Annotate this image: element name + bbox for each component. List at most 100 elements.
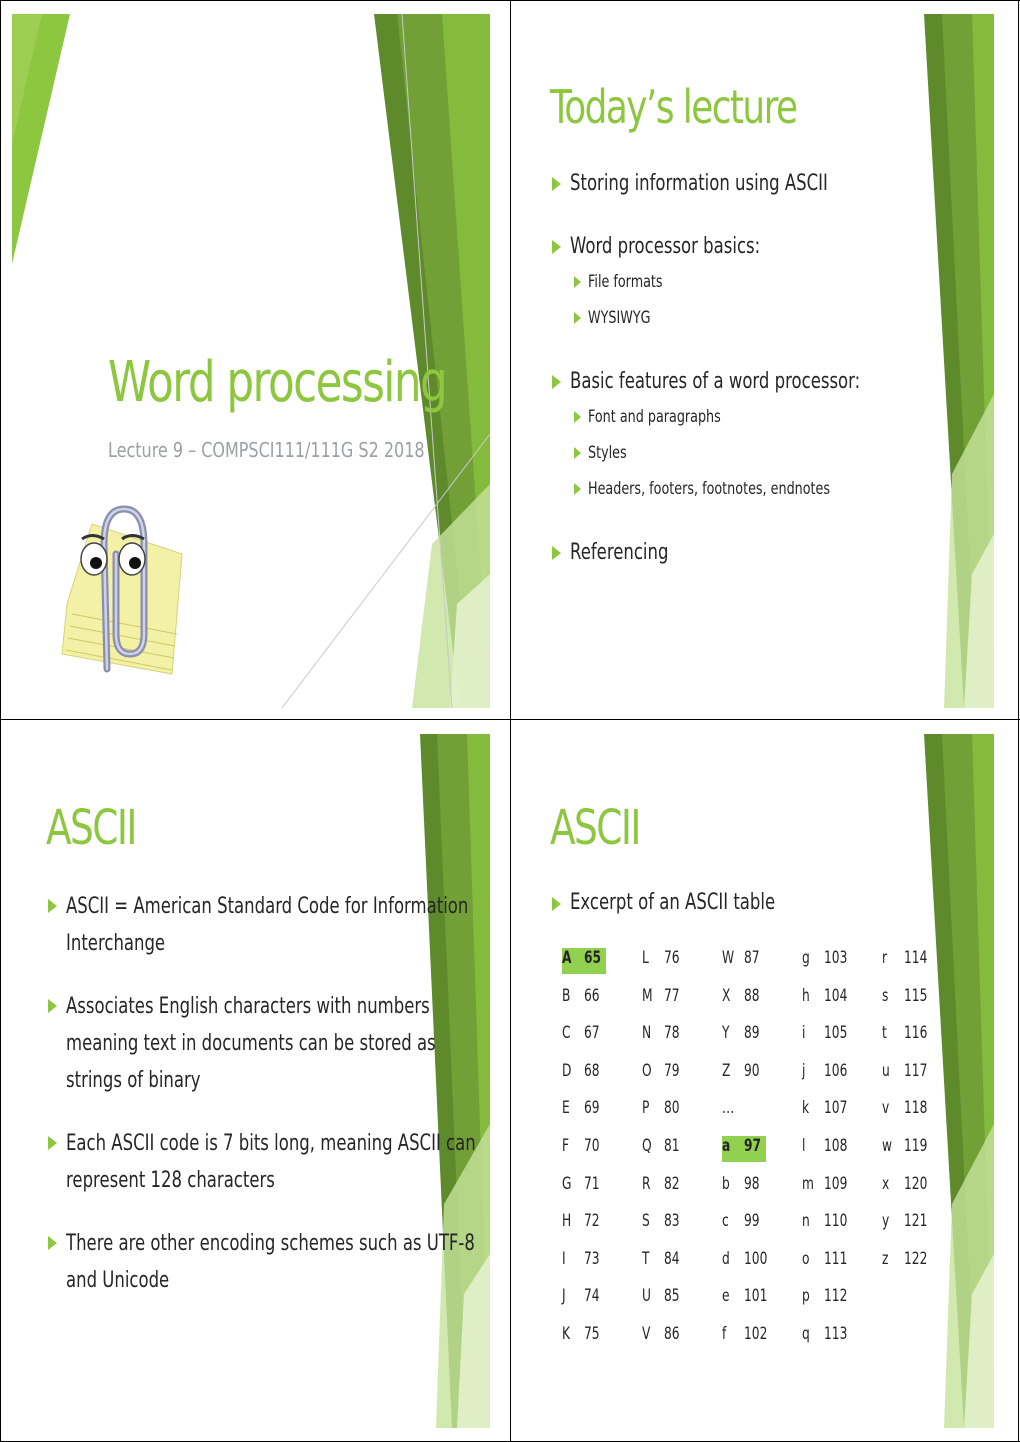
ascii-char: w bbox=[882, 1136, 893, 1156]
ascii-cell: p 112 bbox=[802, 1286, 848, 1312]
bullet-item: Basic features of a word processor: bbox=[550, 364, 957, 400]
ascii-char: z bbox=[882, 1248, 889, 1269]
ascii-cell: h 104 bbox=[802, 986, 847, 1012]
ascii-char: F bbox=[562, 1136, 570, 1156]
ascii-code: 75 bbox=[584, 1324, 600, 1344]
ascii-cell: W 87 bbox=[722, 948, 766, 974]
ascii-code: 109 bbox=[824, 1173, 848, 1194]
bullet-arrow-icon bbox=[574, 276, 581, 288]
ascii-code: 69 bbox=[584, 1098, 600, 1119]
ascii-cell: Z 90 bbox=[722, 1061, 766, 1087]
ascii-code: 88 bbox=[744, 985, 760, 1006]
bullet-item: Associates English characters with numbe… bbox=[46, 988, 490, 1099]
ascii-code: 85 bbox=[664, 1286, 680, 1307]
ascii-cell: l 108 bbox=[802, 1136, 848, 1162]
ascii-cell: J 74 bbox=[562, 1286, 606, 1312]
ascii-code: 76 bbox=[664, 948, 680, 968]
ascii-cell: G 71 bbox=[562, 1174, 606, 1200]
ascii-char: P bbox=[642, 1098, 650, 1119]
ascii-code: 99 bbox=[744, 1211, 760, 1232]
ascii-code: 72 bbox=[584, 1211, 600, 1232]
ascii-char: G bbox=[562, 1173, 572, 1194]
ascii-cell: i 105 bbox=[802, 1023, 847, 1049]
ascii-code: 83 bbox=[664, 1211, 680, 1232]
ascii-char: E bbox=[562, 1098, 570, 1119]
ascii-cell: u 117 bbox=[882, 1060, 928, 1087]
ascii-code: 66 bbox=[584, 985, 600, 1006]
slide-3-heading: ASCII bbox=[46, 800, 137, 856]
ascii-cell: q 113 bbox=[802, 1324, 848, 1350]
ascii-code: 71 bbox=[584, 1173, 600, 1194]
ascii-char: Z bbox=[722, 1060, 731, 1081]
ascii-char: T bbox=[642, 1248, 650, 1269]
ascii-char: X bbox=[722, 985, 731, 1006]
ascii-cell: U 85 bbox=[642, 1286, 686, 1312]
slide-2-heading: Today’s lecture bbox=[550, 80, 798, 134]
ascii-code: 114 bbox=[904, 948, 928, 968]
ascii-code: 102 bbox=[744, 1324, 768, 1344]
ascii-char: U bbox=[642, 1286, 651, 1307]
bullet-arrow-icon bbox=[574, 312, 581, 324]
ascii-code: 108 bbox=[824, 1136, 848, 1156]
ascii-code: 112 bbox=[824, 1286, 848, 1307]
ascii-code: 117 bbox=[904, 1060, 928, 1081]
ascii-char: V bbox=[642, 1324, 651, 1344]
ascii-char: Q bbox=[642, 1136, 652, 1156]
bullet-arrow-icon bbox=[48, 899, 57, 913]
ascii-code: 67 bbox=[584, 1023, 600, 1044]
bullet-arrow-icon bbox=[574, 483, 581, 495]
ascii-cell: v 118 bbox=[882, 1098, 927, 1124]
ascii-char: D bbox=[562, 1060, 572, 1081]
ascii-char: L bbox=[642, 948, 649, 968]
bullet-arrow-icon bbox=[552, 375, 561, 389]
ascii-code: 113 bbox=[824, 1324, 848, 1344]
ascii-cell: L 76 bbox=[642, 948, 686, 974]
ascii-char: M bbox=[642, 985, 653, 1006]
sub-bullet-item: Font and paragraphs bbox=[572, 402, 765, 432]
ascii-code: 122 bbox=[904, 1248, 928, 1269]
ascii-code: 98 bbox=[744, 1173, 760, 1194]
ascii-char: N bbox=[642, 1023, 652, 1044]
ascii-char: K bbox=[562, 1324, 571, 1344]
ascii-char: m bbox=[802, 1173, 814, 1194]
ascii-code: 81 bbox=[664, 1136, 680, 1156]
ascii-code: 107 bbox=[824, 1098, 848, 1119]
ascii-code: 111 bbox=[824, 1248, 848, 1269]
slide-4-bullet: Excerpt of an ASCII table bbox=[550, 888, 843, 918]
ascii-cell: k 107 bbox=[802, 1098, 848, 1124]
ascii-cell: K 75 bbox=[562, 1324, 606, 1350]
ascii-cell: E 69 bbox=[562, 1098, 606, 1124]
ascii-char: H bbox=[562, 1211, 572, 1232]
bullet-item: There are other encoding schemes such as… bbox=[46, 1225, 490, 1299]
ascii-cell: Y 89 bbox=[722, 1023, 766, 1049]
ascii-char: u bbox=[882, 1060, 890, 1081]
sub-bullet-item: File formats bbox=[572, 267, 687, 297]
bullet-arrow-icon bbox=[574, 447, 581, 459]
ascii-cell: s 115 bbox=[882, 986, 927, 1012]
bullet-item: Word processor basics: bbox=[550, 229, 824, 265]
bullet-arrow-icon bbox=[574, 411, 581, 423]
ascii-cell: O 79 bbox=[642, 1061, 686, 1087]
ascii-char: J bbox=[562, 1286, 566, 1307]
ascii-code: 103 bbox=[824, 948, 848, 968]
ascii-cell: C 67 bbox=[562, 1023, 606, 1049]
ascii-char: d bbox=[722, 1248, 730, 1269]
ascii-cell: j 106 bbox=[802, 1061, 847, 1087]
bullet-arrow-icon bbox=[552, 177, 561, 191]
ascii-code: 70 bbox=[584, 1136, 600, 1156]
ascii-char: f bbox=[722, 1324, 727, 1344]
ascii-code: 80 bbox=[664, 1098, 680, 1119]
ascii-cell: X 88 bbox=[722, 986, 766, 1012]
ascii-code: 120 bbox=[904, 1173, 928, 1194]
ascii-code: 73 bbox=[584, 1248, 600, 1269]
ascii-char: t bbox=[882, 1023, 887, 1044]
ascii-char: I bbox=[562, 1248, 566, 1269]
ascii-code: 119 bbox=[904, 1136, 928, 1156]
ascii-cell: N 78 bbox=[642, 1023, 686, 1049]
slide-1-subtitle: Lecture 9 – COMPSCI111/111G S2 2018 bbox=[108, 438, 425, 462]
ascii-cell: t 116 bbox=[882, 1023, 927, 1049]
ascii-char: q bbox=[802, 1324, 810, 1344]
ascii-table: A 65 B 66 C 67 D 68 E 69 F 70 G 71 H 72 I 73 J 74 K 75 L 76 M 77 N… bbox=[562, 948, 942, 1368]
ascii-char: p bbox=[802, 1286, 810, 1307]
ascii-char: O bbox=[642, 1060, 652, 1081]
